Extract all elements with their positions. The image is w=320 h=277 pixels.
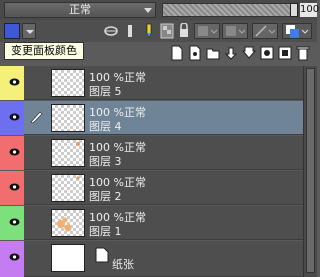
apply-mask-icon[interactable] <box>278 45 292 61</box>
blend-mode-value: 正常 <box>69 3 91 16</box>
lock-dropdown-button[interactable] <box>194 23 220 39</box>
eye-icon[interactable] <box>9 183 20 191</box>
layer-color-button[interactable] <box>282 23 312 39</box>
eye-icon[interactable] <box>9 218 20 226</box>
lock-transparency-icon[interactable] <box>160 23 174 39</box>
layer-color-strip[interactable] <box>0 66 24 100</box>
lock-grid-icon <box>198 26 218 36</box>
layer-thumbnail <box>51 139 85 167</box>
blend-mode-select[interactable]: 正常 <box>4 2 156 18</box>
merge-down-icon[interactable] <box>242 45 256 61</box>
layer-thumbnail <box>51 104 85 132</box>
blend-row: 正常 100 <box>0 0 319 20</box>
transfer-down-icon[interactable] <box>224 45 238 61</box>
mask-create-icon[interactable] <box>260 45 274 61</box>
thumbnail-sketch <box>76 142 80 146</box>
layer-row-paper[interactable]: 纸张 <box>0 241 303 277</box>
reference-layer-icon[interactable] <box>104 25 118 37</box>
layer-thumbnail <box>51 244 85 272</box>
layer-tool-row <box>0 20 317 42</box>
layer-thumbnail <box>51 69 85 97</box>
layer-name[interactable]: 图层 3 <box>89 153 122 169</box>
mask-dropdown-button[interactable] <box>222 23 248 39</box>
opacity-value[interactable]: 100 <box>300 3 319 17</box>
layer-row-3[interactable]: 100 %正常 图层 3 <box>0 136 303 170</box>
eye-icon[interactable] <box>9 253 20 261</box>
layer-thumbnail <box>51 174 85 202</box>
layer-name[interactable]: 图层 4 <box>89 118 122 134</box>
new-raster-layer-icon[interactable] <box>170 45 184 61</box>
layer-name[interactable]: 图层 1 <box>89 223 122 239</box>
thumbnail-sketch <box>76 176 80 180</box>
layer-name[interactable]: 图层 5 <box>89 83 122 99</box>
layer-list-scrollbar[interactable] <box>303 66 317 277</box>
thumbnail-sketch <box>57 217 72 232</box>
layer-name[interactable]: 图层 2 <box>89 188 122 204</box>
delete-layer-icon[interactable] <box>296 45 310 61</box>
tooltip: 变更面板颜色 <box>4 42 84 60</box>
mask-icon <box>226 26 246 36</box>
layer-action-row <box>90 44 317 64</box>
ruler-tool-icon <box>255 25 276 37</box>
panel-color-swatch[interactable] <box>4 23 20 39</box>
layer-thumbnail <box>51 209 85 237</box>
paper-icon <box>95 247 109 263</box>
layer-color-strip[interactable] <box>0 136 24 170</box>
clip-layer-icon[interactable] <box>178 23 190 39</box>
new-folder-icon[interactable] <box>206 45 220 61</box>
chevron-down-icon <box>144 8 152 13</box>
eye-icon[interactable] <box>9 113 20 121</box>
layer-list: 100 %正常 图层 5 100 %正常 图层 4 100 %正常 图层 3 1… <box>0 66 303 277</box>
layer-color-strip[interactable] <box>0 241 24 277</box>
layer-row-4[interactable]: 100 %正常 图层 4 <box>0 101 303 135</box>
ruler-icon[interactable] <box>126 24 134 38</box>
layer-color-icon <box>286 25 309 38</box>
layer-row-5[interactable]: 100 %正常 图层 5 <box>0 66 303 100</box>
layer-row-1[interactable]: 100 %正常 图层 1 <box>0 206 303 240</box>
opacity-slider-handle[interactable] <box>290 3 298 17</box>
scrollbar-thumb[interactable] <box>306 68 315 273</box>
layer-name[interactable]: 纸张 <box>112 256 134 272</box>
eye-icon[interactable] <box>9 78 20 86</box>
layer-color-dropdown-button[interactable] <box>252 23 278 39</box>
pen-icon <box>30 111 43 124</box>
layer-color-strip[interactable] <box>0 206 24 240</box>
new-vector-layer-icon[interactable] <box>188 45 202 61</box>
layer-color-strip[interactable] <box>0 101 24 135</box>
opacity-slider[interactable] <box>162 3 298 17</box>
draft-layer-icon[interactable] <box>144 23 154 39</box>
layer-color-strip[interactable] <box>0 171 24 205</box>
layer-row-2[interactable]: 100 %正常 图层 2 <box>0 171 303 205</box>
eye-icon[interactable] <box>9 148 20 156</box>
panel-color-dropdown[interactable] <box>22 23 36 39</box>
